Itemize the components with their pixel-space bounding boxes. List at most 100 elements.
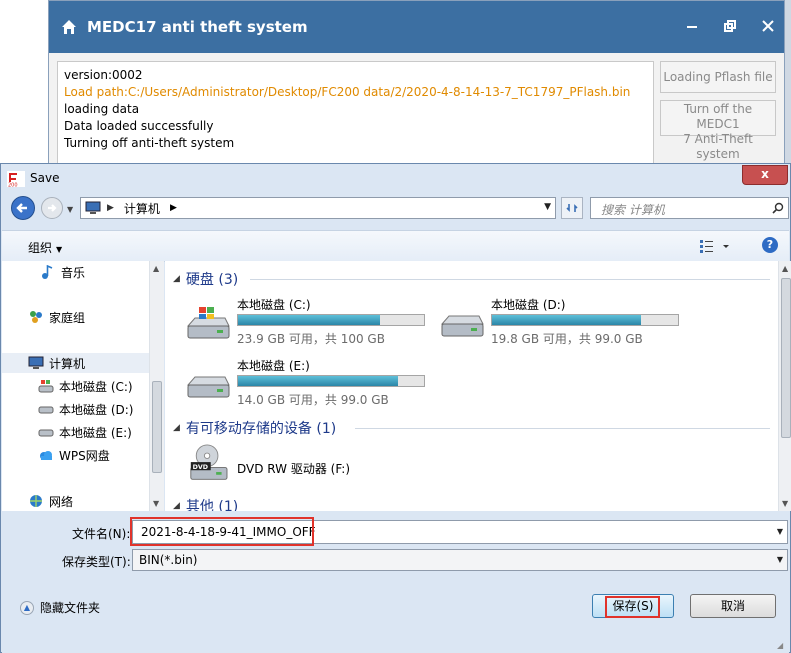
drive-icon xyxy=(38,429,54,437)
scrollbar-thumb[interactable] xyxy=(781,278,791,438)
group-header-removable[interactable]: ◢ 有可移动存储的设备 (1) xyxy=(173,418,336,438)
scroll-down-icon[interactable]: ▼ xyxy=(153,499,159,508)
drive-usage-bar xyxy=(237,314,425,326)
drive-usage-fill xyxy=(238,376,398,386)
minimize-icon[interactable] xyxy=(685,19,699,33)
drive-tile-e[interactable]: 本地磁盘 (E:) 14.0 GB 可用，共 99.0 GB xyxy=(185,357,435,411)
nav-item-music[interactable]: 音乐 xyxy=(2,262,149,282)
nav-item-drive-c[interactable]: 本地磁盘 (C:) xyxy=(2,376,149,396)
nav-item-label: 本地磁盘 (D:) xyxy=(59,402,134,417)
collapse-up-icon: ▲ xyxy=(20,600,34,615)
hide-folders-label: 隐藏文件夹 xyxy=(40,601,101,615)
nav-item-wps-cloud[interactable]: WPS网盘 xyxy=(2,445,149,465)
hide-folders-button[interactable]: ▲ 隐藏文件夹 xyxy=(20,599,100,616)
collapse-icon[interactable]: ◢ xyxy=(173,423,180,433)
drive-name: DVD RW 驱动器 (F:) xyxy=(237,462,351,476)
drive-tile-d[interactable]: 本地磁盘 (D:) 19.8 GB 可用，共 99.0 GB xyxy=(439,296,689,350)
navigation-pane: 音乐 家庭组 计算机 本地磁盘 (C:) 本地磁盘 (D:) 本地磁盘 (E:)… xyxy=(2,261,149,511)
group-header-other[interactable]: ◢ 其他 (1) xyxy=(173,496,238,511)
filename-highlight-annotation xyxy=(130,517,314,546)
nav-item-label: 家庭组 xyxy=(49,310,86,325)
back-arrow-icon xyxy=(16,203,27,213)
nav-item-network[interactable]: 网络 xyxy=(2,491,149,511)
navigation-scrollbar[interactable]: ▲ ▼ xyxy=(149,261,164,511)
drive-c-icon xyxy=(38,380,54,393)
group-header-hard-disks[interactable]: ◢ 硬盘 (3) xyxy=(173,269,238,289)
drive-icon xyxy=(440,315,484,337)
navigation-bar: ▼ ▶ 计算机 ▶ ▼ 搜索 计算机 xyxy=(1,192,790,228)
forward-arrow-icon xyxy=(48,204,57,212)
organize-chevron-down-icon: ▼ xyxy=(56,245,63,254)
app-title: MEDC17 anti theft system xyxy=(87,18,308,36)
address-dropdown-icon[interactable]: ▼ xyxy=(544,202,551,212)
nav-item-label: WPS网盘 xyxy=(59,448,110,463)
dialog-title-bar: 200 Save x xyxy=(1,164,790,192)
nav-item-homegroup[interactable]: 家庭组 xyxy=(2,307,149,327)
log-line: Data loaded successfully xyxy=(64,119,214,133)
log-line: version:0002 xyxy=(64,68,143,82)
computer-icon xyxy=(85,201,101,214)
app-logo-icon: 200 xyxy=(7,171,25,187)
drive-free-space: 14.0 GB 可用，共 99.0 GB xyxy=(237,393,389,407)
scrollbar-thumb[interactable] xyxy=(152,381,162,473)
file-view-scrollbar[interactable]: ▲ ▼ xyxy=(778,261,791,511)
breadcrumb-chevron-icon[interactable]: ▶ xyxy=(170,203,177,213)
anti-theft-app-window: MEDC17 anti theft system version:0002 Lo… xyxy=(48,0,785,171)
drive-name: 本地磁盘 (D:) xyxy=(491,298,566,312)
drive-usage-bar xyxy=(491,314,679,326)
group-divider xyxy=(250,279,770,280)
group-divider xyxy=(355,428,770,429)
organize-menu[interactable]: 组织 ▼ xyxy=(28,239,62,256)
drive-usage-bar xyxy=(237,375,425,387)
dvd-drive-icon: DVD xyxy=(190,444,228,480)
filetype-dropdown-icon[interactable]: ▼ xyxy=(777,555,783,564)
drive-tile-dvd[interactable]: DVD DVD RW 驱动器 (F:) xyxy=(185,444,435,498)
turn-off-anti-theft-button[interactable]: Turn off the MEDC1 7 Anti-Theft system xyxy=(660,100,776,161)
recent-locations-chevron-icon[interactable]: ▼ xyxy=(67,205,75,214)
homegroup-icon xyxy=(30,311,42,323)
scroll-up-icon[interactable]: ▲ xyxy=(153,264,159,273)
restore-icon[interactable] xyxy=(723,19,737,33)
load-pflash-button[interactable]: Loading Pflash file xyxy=(660,61,776,93)
log-line: Turning off anti-theft system xyxy=(64,136,235,150)
close-icon[interactable] xyxy=(761,19,775,33)
search-box[interactable]: 搜索 计算机 xyxy=(590,197,789,219)
search-placeholder: 搜索 计算机 xyxy=(601,203,665,217)
nav-item-drive-e[interactable]: 本地磁盘 (E:) xyxy=(2,422,149,442)
log-output: version:0002 Load path:C:/Users/Administ… xyxy=(57,61,654,171)
address-bar[interactable]: ▶ 计算机 ▶ ▼ xyxy=(80,197,556,219)
help-icon[interactable]: ? xyxy=(762,237,778,253)
change-view-icon[interactable] xyxy=(699,238,731,254)
refresh-button[interactable] xyxy=(561,197,583,219)
drive-icon xyxy=(38,406,54,414)
filetype-select[interactable]: BIN(*.bin) ▼ xyxy=(132,549,788,571)
scroll-down-icon[interactable]: ▼ xyxy=(782,499,788,508)
drive-tile-c[interactable]: 本地磁盘 (C:) 23.9 GB 可用，共 100 GB xyxy=(185,296,435,350)
nav-item-drive-d[interactable]: 本地磁盘 (D:) xyxy=(2,399,149,419)
app-title-bar: MEDC17 anti theft system xyxy=(49,1,784,53)
drive-usage-fill xyxy=(492,315,641,325)
home-icon[interactable] xyxy=(61,19,77,35)
filename-label: 文件名(N): xyxy=(72,527,131,541)
address-path[interactable]: 计算机 xyxy=(124,200,160,217)
group-label: 其他 (1) xyxy=(185,499,239,511)
computer-icon xyxy=(28,356,44,369)
resize-grip-icon[interactable]: ◢ xyxy=(777,641,787,651)
cancel-button[interactable]: 取消 xyxy=(690,594,776,618)
nav-item-label: 网络 xyxy=(49,494,74,509)
organize-label: 组织 xyxy=(28,241,53,255)
back-button[interactable] xyxy=(11,196,35,220)
refresh-icon xyxy=(566,204,578,212)
search-icon[interactable] xyxy=(772,202,784,214)
nav-item-computer[interactable]: 计算机 xyxy=(2,353,149,373)
dialog-title: Save xyxy=(30,171,60,185)
forward-button[interactable] xyxy=(41,197,63,219)
scroll-up-icon[interactable]: ▲ xyxy=(782,264,788,273)
collapse-icon[interactable]: ◢ xyxy=(173,501,180,511)
log-line-load-path: Load path:C:/Users/Administrator/Desktop… xyxy=(64,85,631,99)
log-line: loading data xyxy=(64,102,140,116)
dialog-close-button[interactable]: x xyxy=(742,165,788,185)
collapse-icon[interactable]: ◢ xyxy=(173,274,180,284)
filename-dropdown-icon[interactable]: ▼ xyxy=(777,527,783,536)
breadcrumb-chevron-icon[interactable]: ▶ xyxy=(107,203,114,213)
